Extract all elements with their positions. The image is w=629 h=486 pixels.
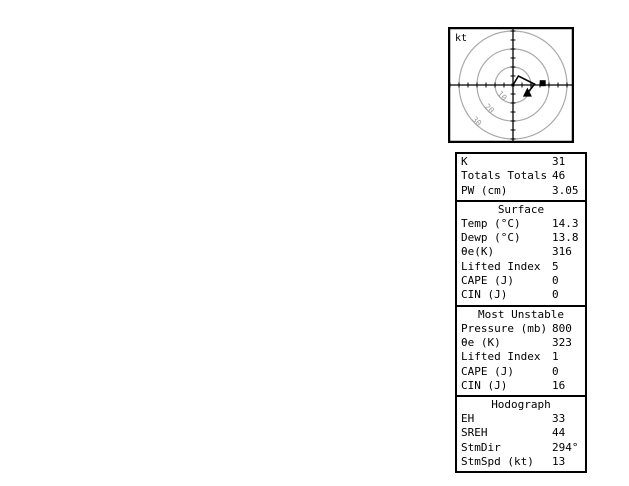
- stats-label: K: [461, 155, 468, 168]
- stats-value: 800: [552, 321, 572, 335]
- stats-row: PW (cm) 3.05: [457, 184, 585, 198]
- stats-value: 316: [552, 245, 572, 259]
- stats-box-title: Most Unstable: [477, 307, 565, 321]
- stats-value: 1: [552, 350, 559, 364]
- stats-label: CAPE (J): [461, 274, 514, 288]
- stats-label: CIN (J): [461, 378, 508, 392]
- stats-box: Surface Temp (°C) 14.3 Dewp (°C) 13.8 θe(K) 31…: [455, 199, 587, 307]
- stats-row: Lifted Index 5: [457, 260, 585, 274]
- stats-value: 0: [552, 288, 559, 302]
- hodograph-inset: 102030kt: [448, 27, 574, 143]
- stats-label: PW (cm): [461, 183, 508, 197]
- stats-value: 0: [552, 364, 559, 378]
- stats-box: Most Unstable Pressure (mb) 800 θe (K) 323 Li…: [455, 304, 587, 398]
- stats-value: 16: [552, 378, 566, 392]
- stats-label: CIN (J): [461, 288, 508, 302]
- stats-value: 13.8: [552, 231, 579, 245]
- stats-row: CAPE (J) 0: [457, 274, 585, 288]
- skewt-plot: [0, 0, 445, 486]
- indices-panel: K 31 Totals Totals 46 PW (cm) 3.05 Surface Temp…: [455, 152, 587, 474]
- stats-row: Lifted Index 1: [457, 350, 585, 364]
- stats-label: Temp (°C): [461, 216, 521, 230]
- stats-row: Temp (°C) 14.3: [457, 217, 585, 231]
- stats-value: 46: [552, 169, 566, 183]
- stats-box: Hodograph EH 33 SREH 44 StmDir 294° StmSpd (kt)…: [455, 395, 587, 474]
- mixing-ratio-axis-label: [385, 240, 399, 430]
- stats-row: θe (K) 323: [457, 336, 585, 350]
- stats-row: Totals Totals 46: [457, 169, 585, 183]
- skewt-sounding-screen: 10 20 30 kt K 31 Totals Totals 46 PW (cm) 3.05 Su…: [0, 0, 629, 486]
- stats-row: StmSpd (kt) 13: [457, 455, 585, 469]
- stats-label: θe (K): [461, 335, 501, 349]
- stats-value: 5: [552, 259, 559, 273]
- stats-label: EH: [461, 412, 475, 426]
- stats-value: 294°: [552, 440, 579, 454]
- stats-value: 44: [552, 426, 566, 440]
- hodograph-ring-label: 30: [470, 115, 483, 128]
- stats-label: Lifted Index: [461, 259, 541, 273]
- stats-label: StmSpd (kt): [461, 455, 534, 469]
- stats-row: EH 33: [457, 412, 585, 426]
- storm-motion-marker: [539, 80, 546, 87]
- stats-label: SREH: [461, 426, 488, 440]
- stats-label: CAPE (J): [461, 364, 514, 378]
- stats-box: K 31 Totals Totals 46 PW (cm) 3.05: [455, 152, 587, 202]
- stats-value: 33: [552, 412, 566, 426]
- stats-label: Lifted Index: [461, 350, 541, 364]
- stats-label: Dewp (°C): [461, 231, 521, 245]
- stats-value: 323: [552, 335, 572, 349]
- stats-box-title: Hodograph: [491, 398, 551, 412]
- hodograph-origin-marker: [511, 83, 515, 87]
- stats-value: 0: [552, 274, 559, 288]
- stats-row: Dewp (°C) 13.8: [457, 231, 585, 245]
- stats-box-title: Surface: [497, 202, 545, 216]
- stats-value: 3.05: [552, 183, 579, 197]
- hodograph-unit-label: kt: [455, 33, 467, 44]
- stats-row: θe(K) 316: [457, 245, 585, 259]
- hodograph-ring-label: 20: [483, 102, 496, 115]
- stats-row: K 31: [457, 155, 585, 169]
- stats-row: CIN (J) 16: [457, 379, 585, 393]
- hodograph-ring-label: 10: [495, 89, 508, 102]
- stats-value: 13: [552, 455, 566, 469]
- stats-label: θe(K): [461, 245, 495, 259]
- stats-label: Totals Totals: [461, 169, 548, 183]
- stats-label: StmDir: [461, 440, 501, 454]
- stats-value: 14.3: [552, 216, 579, 230]
- stats-row: SREH 44: [457, 426, 585, 440]
- hodograph-grid: 102030: [450, 29, 572, 141]
- stats-row: CIN (J) 0: [457, 288, 585, 302]
- stats-label: Pressure (mb): [461, 321, 548, 335]
- stats-row: StmDir 294°: [457, 441, 585, 455]
- stats-row: Pressure (mb) 800: [457, 322, 585, 336]
- stats-value: 31: [552, 155, 566, 168]
- stats-row: CAPE (J) 0: [457, 365, 585, 379]
